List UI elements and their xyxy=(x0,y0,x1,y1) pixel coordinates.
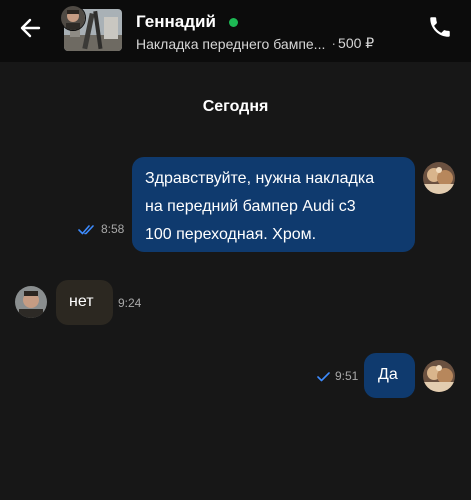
item-summary[interactable]: Накладка переднего бампе... · 500 ₽ xyxy=(136,35,406,52)
message-bubble-outgoing[interactable]: Да xyxy=(364,353,415,398)
check-icon xyxy=(317,370,331,388)
online-status-dot xyxy=(229,18,238,27)
message-time: 9:51 xyxy=(335,369,359,383)
own-avatar xyxy=(423,360,455,392)
message-text-line: 100 переходная. Хром. xyxy=(145,226,317,243)
message-text-line: Да xyxy=(378,366,398,383)
chat-screen: Геннадий Накладка переднего бампе... · 500… xyxy=(0,0,471,500)
arrow-left-icon[interactable] xyxy=(18,15,44,41)
chat-header: Геннадий Накладка переднего бампе... · 500… xyxy=(0,0,471,62)
price-separator: · xyxy=(331,35,337,51)
message-text-line: на передний бампер Audi с3 xyxy=(145,198,356,215)
item-price: 500 ₽ xyxy=(338,35,375,51)
item-title: Накладка переднего бампе... xyxy=(136,36,326,52)
seller-avatar xyxy=(60,5,86,31)
own-avatar xyxy=(423,162,455,194)
message-bubble-outgoing[interactable]: Здравствуйте, нужна накладка на передний… xyxy=(132,157,415,252)
double-check-icon xyxy=(78,223,98,241)
message-text-line: Здравствуйте, нужна накладка xyxy=(145,170,375,187)
date-separator: Сегодня xyxy=(202,98,269,115)
message-text-line: нет xyxy=(69,293,94,310)
phone-icon[interactable] xyxy=(427,14,453,40)
seller-avatar[interactable] xyxy=(15,286,47,318)
message-bubble-incoming[interactable]: нет xyxy=(56,280,113,325)
message-time: 9:24 xyxy=(118,296,142,310)
seller-name[interactable]: Геннадий xyxy=(136,12,216,32)
message-time: 8:58 xyxy=(101,222,125,236)
